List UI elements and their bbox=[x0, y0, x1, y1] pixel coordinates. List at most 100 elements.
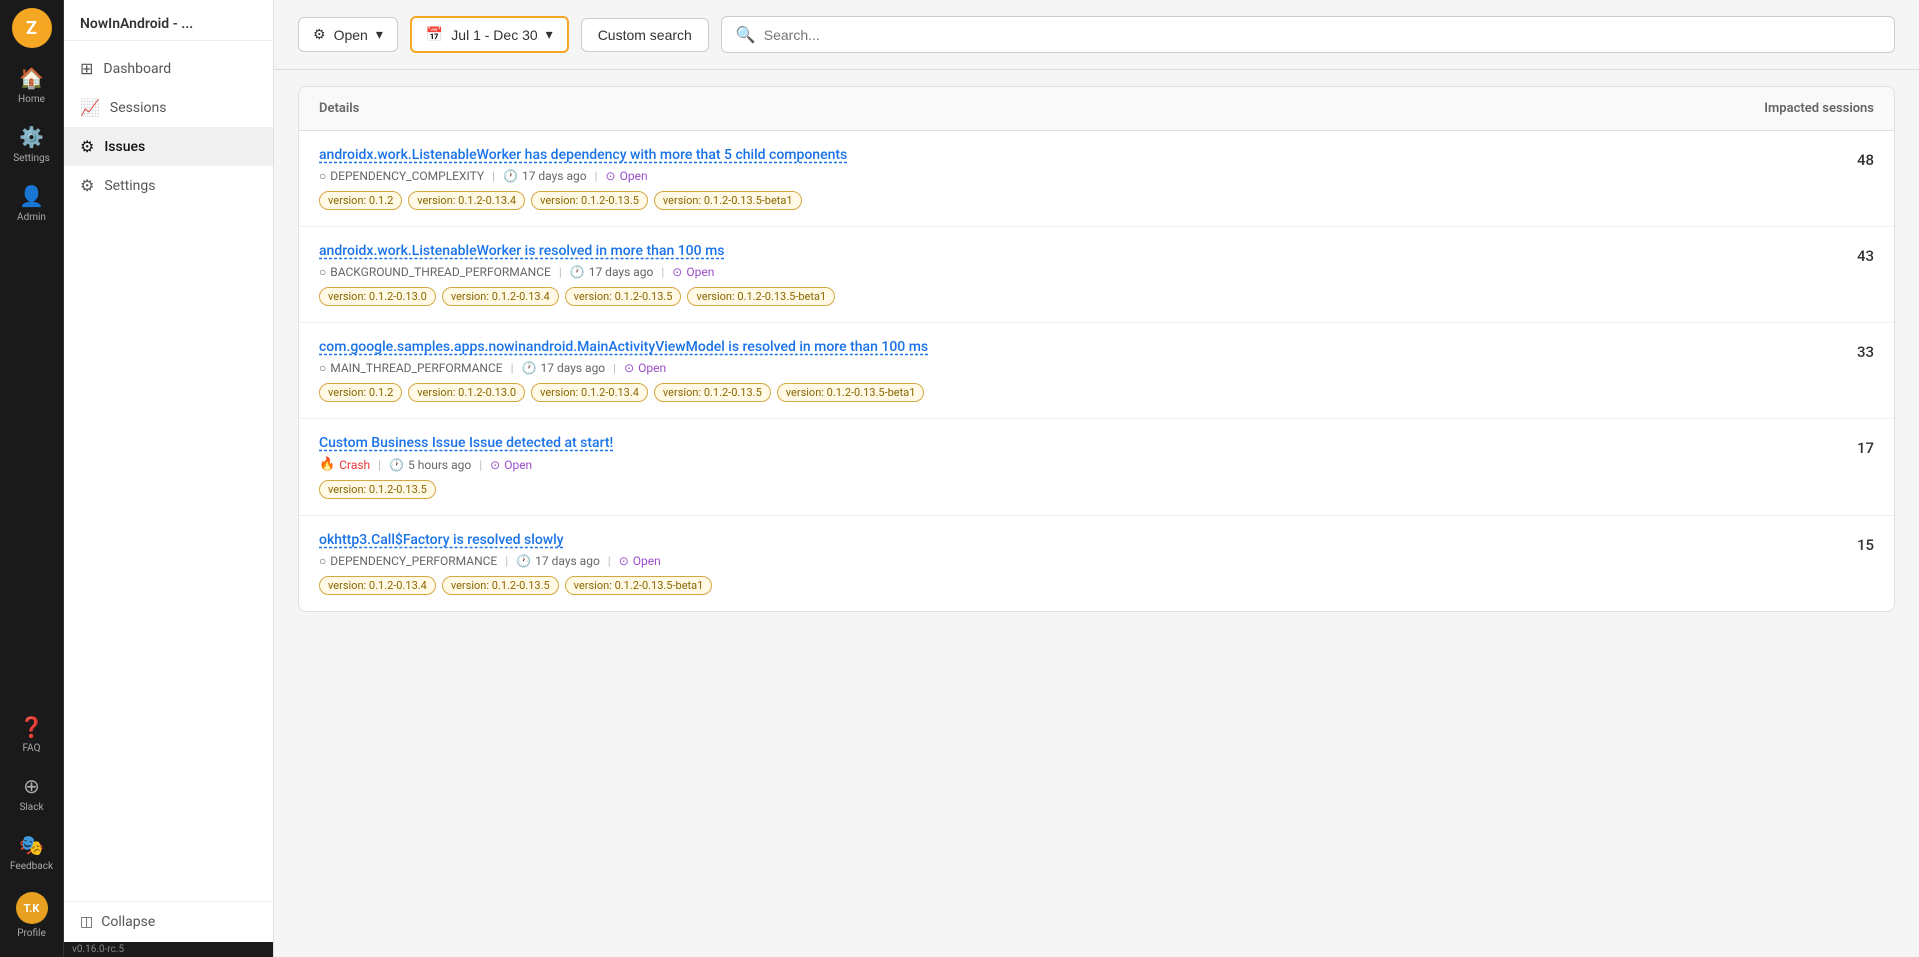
status-icon: ⊙ bbox=[624, 361, 634, 375]
issue-time-label: 17 days ago bbox=[541, 361, 606, 375]
issue-type: ○ DEPENDENCY_PERFORMANCE bbox=[319, 554, 497, 568]
version-tag: version: 0.1.2-0.13.5-beta1 bbox=[777, 383, 925, 402]
col-impacted-sessions: Impacted sessions bbox=[1764, 101, 1874, 116]
issue-title: androidx.work.ListenableWorker is resolv… bbox=[319, 243, 1834, 259]
issue-details: Custom Business Issue Issue detected at … bbox=[319, 435, 1834, 499]
issue-type: ○ MAIN_THREAD_PERFORMANCE bbox=[319, 361, 503, 375]
open-filter-button[interactable]: ⚙ Open ▾ bbox=[298, 17, 398, 52]
issue-time-label: 17 days ago bbox=[589, 265, 654, 279]
version-tag: version: 0.1.2-0.13.5-beta1 bbox=[687, 287, 835, 306]
fire-icon: 🔥 bbox=[319, 457, 335, 472]
sidebar-project-title: NowInAndroid - ... bbox=[64, 0, 273, 41]
sidebar-item-sessions[interactable]: 📈 Sessions bbox=[64, 88, 273, 127]
nav-slack-label: Slack bbox=[19, 802, 43, 813]
version-tag: version: 0.1.2-0.13.5 bbox=[565, 287, 682, 306]
issue-count: 43 bbox=[1834, 243, 1874, 265]
issue-time-label: 17 days ago bbox=[522, 169, 587, 183]
sidebar-item-settings[interactable]: ⚙ Settings bbox=[64, 166, 273, 205]
feedback-icon: 🎭 bbox=[19, 833, 44, 857]
issue-time: 🕐 17 days ago bbox=[516, 554, 600, 568]
issue-status: ⊙ Open bbox=[490, 458, 532, 472]
custom-search-label: Custom search bbox=[598, 27, 692, 43]
table-row[interactable]: androidx.work.ListenableWorker is resolv… bbox=[299, 227, 1894, 323]
status-label: Open bbox=[686, 265, 714, 279]
status-label: Open bbox=[620, 169, 648, 183]
nav-item-faq[interactable]: ❓ FAQ bbox=[0, 705, 64, 764]
toolbar: ⚙ Open ▾ 📅 Jul 1 - Dec 30 ▾ Custom searc… bbox=[274, 0, 1919, 70]
version-tag: version: 0.1.2-0.13.0 bbox=[408, 383, 525, 402]
issue-time: 🕐 17 days ago bbox=[522, 361, 606, 375]
issue-title: okhttp3.Call$Factory is resolved slowly bbox=[319, 532, 1834, 548]
clock-icon: 🕐 bbox=[570, 265, 585, 279]
table-row[interactable]: Custom Business Issue Issue detected at … bbox=[299, 419, 1894, 516]
version-tag: version: 0.1.2-0.13.5 bbox=[319, 480, 436, 499]
nav-settings-label: Settings bbox=[13, 153, 50, 164]
issue-time-label: 5 hours ago bbox=[408, 458, 471, 472]
issue-type-label: MAIN_THREAD_PERFORMANCE bbox=[330, 361, 502, 375]
status-icon: ⊙ bbox=[672, 265, 682, 279]
issue-count: 33 bbox=[1834, 339, 1874, 361]
sidebar-item-issues[interactable]: ⚙ Issues bbox=[64, 127, 273, 166]
nav-admin-label: Admin bbox=[17, 212, 46, 223]
issue-details: com.google.samples.apps.nowinandroid.Mai… bbox=[319, 339, 1834, 402]
nav-item-settings[interactable]: ⚙️ Settings bbox=[0, 115, 64, 174]
type-circle-icon: ○ bbox=[319, 361, 326, 375]
sidebar-sessions-label: Sessions bbox=[110, 100, 167, 116]
nav-item-feedback[interactable]: 🎭 Feedback bbox=[0, 823, 64, 882]
issue-title: com.google.samples.apps.nowinandroid.Mai… bbox=[319, 339, 1834, 355]
version-tag: version: 0.1.2-0.13.0 bbox=[319, 287, 436, 306]
issue-meta: ○ DEPENDENCY_COMPLEXITY | 🕐 17 days ago … bbox=[319, 169, 1834, 183]
issue-time-label: 17 days ago bbox=[535, 554, 600, 568]
table-row[interactable]: okhttp3.Call$Factory is resolved slowly … bbox=[299, 516, 1894, 611]
clock-icon: 🕐 bbox=[522, 361, 537, 375]
search-input[interactable] bbox=[764, 27, 1880, 43]
version-tag: version: 0.1.2 bbox=[319, 191, 402, 210]
nav-item-home[interactable]: 🏠 Home bbox=[0, 56, 64, 115]
status-label: Open bbox=[638, 361, 666, 375]
issue-title: androidx.work.ListenableWorker has depen… bbox=[319, 147, 1834, 163]
calendar-icon: 📅 bbox=[426, 26, 443, 43]
issue-type: ○ DEPENDENCY_COMPLEXITY bbox=[319, 169, 484, 183]
version-tags: version: 0.1.2-0.13.0 version: 0.1.2-0.1… bbox=[319, 287, 1834, 306]
nav-item-profile[interactable]: T.K Profile bbox=[0, 882, 64, 949]
status-icon: ⊙ bbox=[490, 458, 500, 472]
issue-meta: ○ MAIN_THREAD_PERFORMANCE | 🕐 17 days ag… bbox=[319, 361, 1834, 375]
issues-icon: ⚙ bbox=[80, 137, 94, 156]
clock-icon: 🕐 bbox=[503, 169, 518, 183]
table-row[interactable]: com.google.samples.apps.nowinandroid.Mai… bbox=[299, 323, 1894, 419]
issues-table: Details Impacted sessions androidx.work.… bbox=[298, 86, 1895, 612]
filter-chevron-icon: ▾ bbox=[376, 26, 383, 43]
issue-type-label: DEPENDENCY_COMPLEXITY bbox=[330, 169, 484, 183]
nav-faq-label: FAQ bbox=[22, 743, 40, 754]
version-tags: version: 0.1.2 version: 0.1.2-0.13.0 ver… bbox=[319, 383, 1834, 402]
version-tag: version: 0.1.2 bbox=[319, 383, 402, 402]
custom-search-button[interactable]: Custom search bbox=[581, 18, 709, 52]
collapse-icon: ◫ bbox=[80, 914, 93, 930]
version-tags: version: 0.1.2 version: 0.1.2-0.13.4 ver… bbox=[319, 191, 1834, 210]
date-range-button[interactable]: 📅 Jul 1 - Dec 30 ▾ bbox=[410, 16, 569, 53]
app-logo[interactable]: Z bbox=[12, 8, 52, 48]
issue-type: ○ BACKGROUND_THREAD_PERFORMANCE bbox=[319, 265, 551, 279]
nav-item-admin[interactable]: 👤 Admin bbox=[0, 174, 64, 233]
table-row[interactable]: androidx.work.ListenableWorker has depen… bbox=[299, 131, 1894, 227]
status-icon: ⊙ bbox=[606, 169, 616, 183]
col-details: Details bbox=[319, 101, 359, 116]
version-tag: version: 0.1.2-0.13.5-beta1 bbox=[565, 576, 713, 595]
version-tag: version: 0.1.2-0.13.5 bbox=[442, 576, 559, 595]
filter-icon: ⚙ bbox=[313, 26, 326, 43]
search-bar[interactable]: 🔍 bbox=[721, 16, 1895, 53]
issue-type-label: DEPENDENCY_PERFORMANCE bbox=[330, 554, 497, 568]
sidebar-menu: ⊞ Dashboard 📈 Sessions ⚙ Issues ⚙ Settin… bbox=[64, 41, 273, 901]
version-tag: version: 0.1.2-0.13.4 bbox=[319, 576, 436, 595]
version-tag: version: 0.1.2-0.13.4 bbox=[531, 383, 648, 402]
nav-item-slack[interactable]: ⊕ Slack bbox=[0, 764, 64, 823]
issue-status: ⊙ Open bbox=[619, 554, 661, 568]
issue-status: ⊙ Open bbox=[624, 361, 666, 375]
sidebar-item-dashboard[interactable]: ⊞ Dashboard bbox=[64, 49, 273, 88]
issue-status: ⊙ Open bbox=[672, 265, 714, 279]
issue-count: 17 bbox=[1834, 435, 1874, 457]
sidebar-collapse-button[interactable]: ◫ Collapse bbox=[64, 901, 273, 942]
crash-label: Crash bbox=[339, 458, 370, 472]
left-navigation: Z 🏠 Home ⚙️ Settings 👤 Admin ❓ FAQ ⊕ Sla… bbox=[0, 0, 64, 957]
version-tag: version: 0.1.2-0.13.5-beta1 bbox=[654, 191, 802, 210]
